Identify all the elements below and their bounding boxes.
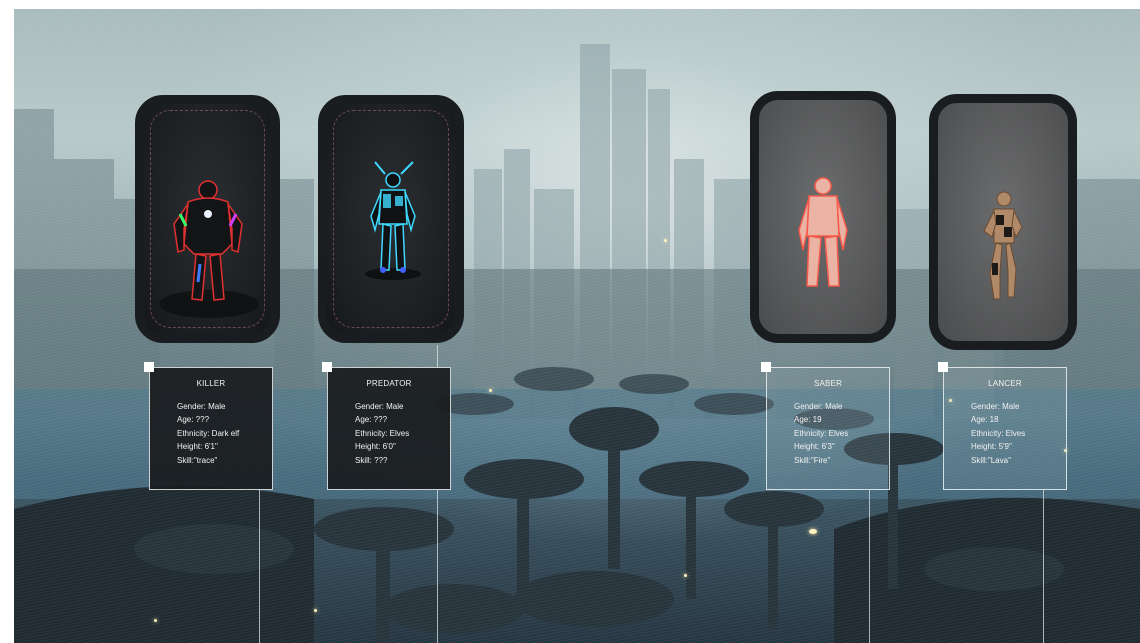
info-panel-killer: KILLER Gender: Male Age: ??? Ethnicity: … — [144, 362, 273, 490]
predator-figure — [365, 161, 421, 280]
character-name: SABER — [813, 379, 843, 388]
age-value: Age: ??? — [355, 415, 388, 424]
skill-value: Skill: ??? — [355, 455, 388, 465]
height-value: Height: 6'0" — [355, 442, 396, 451]
age-value: Age: ??? — [177, 415, 210, 424]
connector-line — [259, 490, 260, 643]
glow-particle — [489, 389, 492, 392]
killer-figure — [159, 180, 259, 318]
skill-value: Skill:"Lava" — [971, 455, 1011, 465]
gender-value: Gender: Male — [794, 401, 843, 411]
character-card-lancer[interactable] — [929, 94, 1077, 350]
lancer-figure — [983, 191, 1023, 300]
glow-particle — [664, 239, 667, 242]
height-value: Height: 6'3" — [794, 442, 835, 451]
corner-marker — [761, 362, 771, 372]
skill-value: Skill:"trace" — [177, 455, 218, 465]
ethnicity-value: Ethnicity: Dark elf — [177, 428, 240, 438]
connector-line — [437, 345, 438, 367]
character-name: LANCER — [988, 379, 1022, 388]
character-card-killer[interactable] — [135, 95, 280, 343]
info-panel-predator: PREDATOR Gender: Male Age: ??? Ethnicity… — [322, 362, 451, 490]
character-card-predator[interactable] — [318, 95, 464, 343]
corner-marker — [938, 362, 948, 372]
gender-value: Gender: Male — [971, 401, 1020, 411]
age-value: Age: 19 — [794, 415, 822, 424]
age-value: Age: 18 — [971, 415, 999, 424]
character-card-saber[interactable] — [750, 91, 896, 343]
gender-value: Gender: Male — [355, 401, 404, 411]
glow-particle — [314, 609, 317, 612]
glow-particle — [809, 529, 817, 534]
glow-particle — [684, 574, 687, 577]
height-value: Height: 6'1" — [177, 442, 218, 451]
corner-marker — [322, 362, 332, 372]
saber-figure — [798, 177, 848, 287]
gender-value: Gender: Male — [177, 401, 226, 411]
ethnicity-value: Ethnicity: Elves — [794, 428, 849, 438]
ethnicity-value: Ethnicity: Elves — [971, 428, 1026, 438]
connector-line — [1043, 490, 1044, 643]
connector-line — [869, 490, 870, 643]
character-name: KILLER — [196, 379, 226, 388]
info-panel-lancer: LANCER Gender: Male Age: 18 Ethnicity: E… — [938, 362, 1067, 490]
info-panel-saber: SABER Gender: Male Age: 19 Ethnicity: El… — [761, 362, 890, 490]
corner-marker — [144, 362, 154, 372]
ethnicity-value: Ethnicity: Elves — [355, 428, 410, 438]
skill-value: Skill:"Fire" — [794, 455, 831, 465]
height-value: Height: 5'9" — [971, 442, 1012, 451]
character-name: PREDATOR — [366, 379, 412, 388]
glow-particle — [154, 619, 157, 622]
connector-line — [437, 490, 438, 643]
